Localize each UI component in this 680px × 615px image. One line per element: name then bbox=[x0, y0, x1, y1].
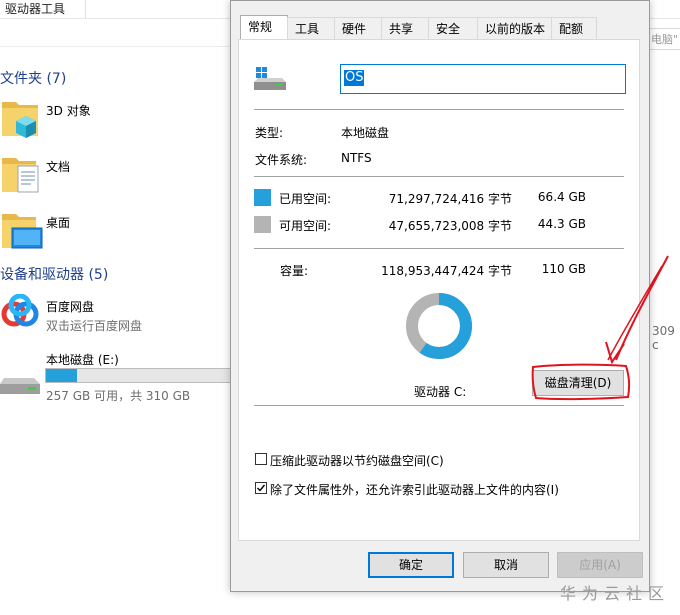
filesystem-value: NTFS bbox=[341, 151, 372, 165]
tab-hardware[interactable]: 硬件 bbox=[334, 17, 382, 39]
disk-e-usage-bar bbox=[45, 368, 231, 383]
checkmark-icon bbox=[257, 484, 266, 492]
device-sub-disk-e: 257 GB 可用，共 310 GB bbox=[46, 389, 191, 403]
device-name-baidu[interactable]: 百度网盘 bbox=[46, 298, 94, 315]
capacity-label: 容量: bbox=[280, 264, 309, 278]
used-space-label: 已用空间: bbox=[279, 192, 332, 206]
tab-sharing[interactable]: 共享 bbox=[381, 17, 429, 39]
free-space-label: 可用空间: bbox=[279, 219, 332, 233]
free-space-bytes: 47,655,723,008 字节 bbox=[388, 219, 512, 233]
free-space-swatch bbox=[254, 216, 271, 233]
folder-name-documents[interactable]: 文档 bbox=[46, 158, 70, 175]
type-label: 类型: bbox=[255, 126, 284, 140]
documents-folder-icon bbox=[2, 158, 39, 193]
used-space-swatch bbox=[254, 189, 271, 206]
ribbon-tab-drive-tools[interactable]: 驱动器工具 bbox=[0, 0, 86, 18]
tab-tools[interactable]: 工具 bbox=[287, 17, 335, 39]
free-space-gb: 44.3 GB bbox=[537, 217, 586, 231]
3d-objects-folder-icon bbox=[2, 102, 38, 138]
folder-name-desktop[interactable]: 桌面 bbox=[46, 214, 70, 231]
compress-checkbox[interactable] bbox=[255, 453, 267, 465]
baidu-netdisk-icon bbox=[1, 294, 39, 327]
system-drive-icon bbox=[254, 67, 286, 90]
apply-button[interactable]: 应用(A) bbox=[557, 552, 643, 578]
folder-name-3d-objects[interactable]: 3D 对象 bbox=[46, 102, 91, 119]
disk-e-usage-fill bbox=[46, 369, 78, 382]
cancel-button[interactable]: 取消 bbox=[463, 552, 549, 578]
local-disk-icon bbox=[0, 378, 40, 394]
divider-3 bbox=[254, 248, 624, 249]
device-sub-baidu: 双击运行百度网盘 bbox=[46, 319, 143, 333]
tab-quota[interactable]: 配额 bbox=[551, 17, 597, 39]
desktop-folder-icon bbox=[2, 214, 43, 249]
compress-checkbox-label[interactable]: 压缩此驱动器以节约磁盘空间(C) bbox=[270, 452, 444, 469]
search-input[interactable]: 电脑" bbox=[648, 28, 680, 50]
type-value: 本地磁盘 bbox=[341, 126, 390, 140]
watermark-text: 华为云社区 bbox=[560, 584, 671, 603]
disk-usage-donut bbox=[406, 293, 472, 359]
tab-general[interactable]: 常规 bbox=[240, 15, 288, 39]
tab-previous-versions[interactable]: 以前的版本 bbox=[477, 17, 552, 39]
drive-letter-label: 驱动器 C: bbox=[414, 385, 467, 399]
drive-name-text: OS bbox=[344, 70, 365, 86]
device-name-disk-e[interactable]: 本地磁盘 (E:) bbox=[46, 351, 119, 368]
filesystem-label: 文件系统: bbox=[255, 153, 308, 167]
used-space-gb: 66.4 GB bbox=[537, 190, 586, 204]
divider-2 bbox=[254, 176, 624, 177]
index-checkbox[interactable] bbox=[255, 482, 267, 494]
red-annotation-arrow bbox=[531, 255, 669, 401]
group-header-folders[interactable]: 文件夹 (7) bbox=[0, 68, 66, 88]
tab-security[interactable]: 安全 bbox=[428, 17, 478, 39]
index-checkbox-label[interactable]: 除了文件属性外，还允许索引此驱动器上文件的内容(I) bbox=[270, 481, 559, 498]
used-space-bytes: 71,297,724,416 字节 bbox=[388, 192, 512, 206]
group-header-devices[interactable]: 设备和驱动器 (5) bbox=[0, 264, 108, 284]
capacity-bytes: 118,953,447,424 字节 bbox=[381, 264, 512, 278]
drive-name-input[interactable]: OS bbox=[340, 64, 626, 94]
divider-1 bbox=[254, 109, 624, 110]
ok-button[interactable]: 确定 bbox=[368, 552, 454, 578]
